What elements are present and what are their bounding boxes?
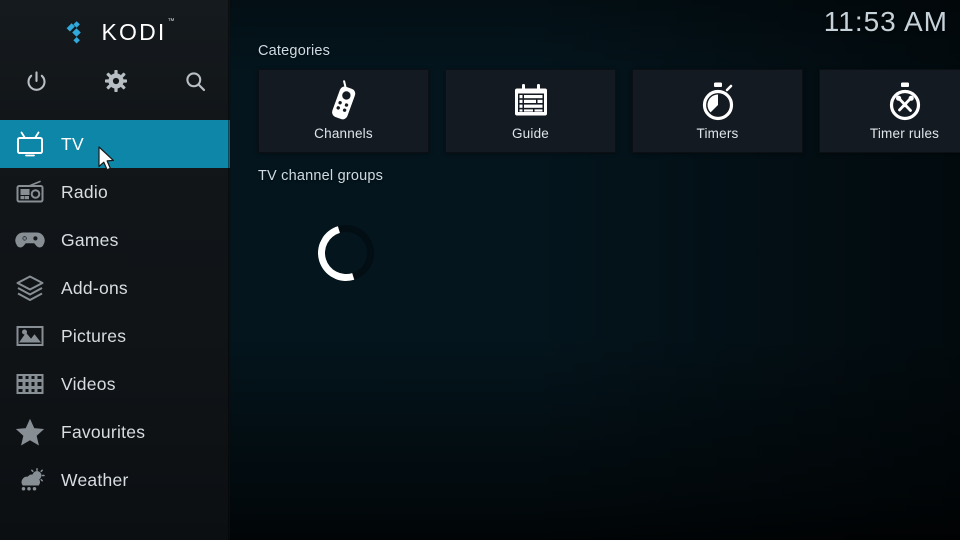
sidebar-item-add-ons[interactable]: Add-ons [0, 264, 230, 312]
gear-icon[interactable] [95, 60, 137, 102]
app-name-text: KODI [101, 18, 167, 45]
kodi-window: 11:53 AM Categories Channels Guide Timer… [0, 0, 960, 540]
app-name: KODI ™ [101, 18, 174, 46]
power-icon[interactable] [15, 60, 57, 102]
sidebar-item-label: Games [61, 229, 119, 250]
category-tile-label: Timers [696, 126, 739, 141]
kodi-logo-icon [63, 19, 90, 46]
sidebar-item-weather[interactable]: Weather [0, 456, 230, 504]
spinner-arc [308, 215, 384, 291]
remote-control-icon [324, 78, 364, 126]
category-tile-timers[interactable]: Timers [632, 69, 803, 153]
addons-icon [6, 264, 54, 312]
main-content: 11:53 AM Categories Channels Guide Timer… [230, 0, 960, 540]
sidebar-item-label: Videos [61, 373, 116, 394]
radio-icon [6, 168, 54, 216]
category-tile-label: Timer rules [869, 126, 940, 141]
categories-tile-row: Channels Guide Timers Timer rules [258, 69, 960, 153]
mouse-cursor [98, 146, 117, 178]
weather-icon [6, 456, 54, 504]
category-tile-timer-rules[interactable]: Timer rules [819, 69, 960, 153]
trademark-symbol: ™ [167, 17, 175, 25]
category-tile-label: Guide [511, 126, 550, 141]
category-tile-label: Channels [314, 126, 373, 141]
stopwatch-tools-icon [885, 78, 925, 126]
sidebar-item-label: Add-ons [61, 277, 128, 298]
sidebar-item-label: Radio [61, 181, 108, 202]
sidebar-item-label: TV [61, 133, 84, 154]
sidebar-item-label: Weather [61, 469, 129, 490]
category-tile-channels[interactable]: Channels [258, 69, 429, 153]
channel-groups-heading: TV channel groups [258, 168, 384, 184]
calendar-guide-icon [511, 78, 551, 126]
sidebar-item-pictures[interactable]: Pictures [0, 312, 230, 360]
sidebar-item-games[interactable]: Games [0, 216, 230, 264]
search-icon[interactable] [174, 60, 216, 102]
stopwatch-icon [698, 78, 738, 126]
category-tile-guide[interactable]: Guide [445, 69, 616, 153]
gamepad-icon [6, 216, 54, 264]
loading-spinner [308, 215, 384, 291]
pictures-icon [6, 312, 54, 360]
app-logo: KODI ™ [0, 10, 230, 54]
quick-actions-row [0, 60, 230, 102]
categories-heading: Categories [258, 43, 331, 59]
sidebar: KODI ™ TV Radio Games Add-ons Pictures V… [0, 0, 230, 540]
sidebar-item-favourites[interactable]: Favourites [0, 408, 230, 456]
star-icon [6, 408, 54, 456]
tv-icon [6, 120, 54, 168]
sidebar-edge-shadow [228, 0, 231, 540]
sidebar-item-label: Pictures [61, 325, 127, 346]
sidebar-item-label: Favourites [61, 421, 146, 442]
sidebar-item-videos[interactable]: Videos [0, 360, 230, 408]
videos-icon [6, 360, 54, 408]
clock: 11:53 AM [823, 6, 948, 37]
